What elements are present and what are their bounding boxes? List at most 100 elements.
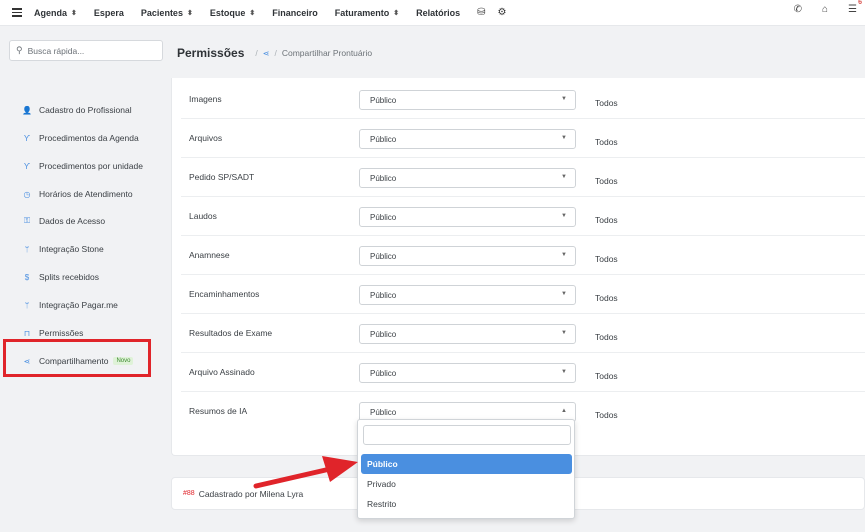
nav-financeiro[interactable]: Financeiro [272, 8, 318, 18]
nav-estoque-label: Estoque [209, 7, 246, 18]
visibility-select-value: Público [370, 368, 397, 378]
permission-row: Encaminhamentos Público ▼ Todos [181, 275, 865, 314]
sidebar-item-cadastro[interactable]: 👤 Cadastro do Profissional [22, 105, 132, 115]
phone-icon[interactable]: ✆ [794, 4, 802, 15]
permission-row: Imagens Público ▼ Todos [181, 80, 865, 119]
nav-pacientes[interactable]: Pacientes ⬍ [141, 8, 193, 18]
nav-relatorios-label: Relatórios [416, 7, 461, 18]
sidebar-item-label: Integração Stone [39, 244, 104, 254]
chevron-down-icon: ▼ [561, 369, 567, 375]
visibility-select[interactable]: Público ▼ [359, 207, 576, 227]
sort-caret-icon: ⬍ [249, 9, 256, 17]
visibility-select-value: Público [370, 173, 397, 183]
sidebar-item-integracao-stone[interactable]: ᛘ Integração Stone [22, 244, 104, 254]
permission-label: Arquivo Assinado [189, 367, 255, 377]
notification-count: 6 [858, 0, 862, 6]
share-icon: ⋖ [262, 48, 270, 58]
visibility-select-value: Público [370, 134, 397, 144]
chevron-down-icon: ▼ [561, 291, 567, 297]
annotation-arrow-head [322, 456, 358, 482]
scope-text: Todos [595, 254, 618, 264]
quick-search-placeholder: Busca rápida... [27, 45, 85, 56]
nav-financeiro-label: Financeiro [272, 7, 318, 18]
visibility-select[interactable]: Público ▼ [359, 129, 576, 149]
sidebar-item-procedimentos-agenda[interactable]: ϒ Procedimentos da Agenda [22, 133, 139, 143]
nav-relatorios[interactable]: Relatórios [416, 8, 460, 18]
dropdown-search-input[interactable] [363, 425, 571, 445]
sort-caret-icon: ⬍ [393, 9, 400, 17]
visibility-select[interactable]: Público ▼ [359, 246, 576, 266]
sort-caret-icon: ⬍ [71, 9, 77, 17]
visibility-select-value: Público [370, 95, 397, 105]
permission-label: Arquivos [189, 133, 223, 143]
sidebar-item-horarios[interactable]: ◷ Horários de Atendimento [22, 189, 133, 199]
user-icon: 👤 [22, 105, 32, 115]
nav-agenda[interactable]: Agenda ⬍ [34, 8, 77, 18]
sidebar-item-label: Permissões [39, 328, 84, 338]
permission-row: Arquivo Assinado Público ▼ Todos [181, 353, 865, 392]
visibility-select[interactable]: Público ▼ [359, 168, 576, 188]
menu-icon[interactable] [12, 8, 22, 17]
chevron-down-icon: ▼ [561, 135, 567, 141]
sidebar-item-splits[interactable]: $ Splits recebidos [22, 272, 99, 282]
permission-label: Resumos de IA [189, 406, 248, 416]
sidebar-item-dados-acesso[interactable]: ⚿ Dados de Acesso [22, 216, 105, 226]
permission-row: Anamnese Público ▼ Todos [181, 236, 865, 275]
sidebar: ⚲ Busca rápida... 👤 Cadastro do Profissio… [0, 26, 171, 532]
chevron-down-icon: ▼ [561, 96, 567, 102]
permission-label: Laudos [189, 211, 217, 221]
scope-text: Todos [595, 293, 618, 303]
option-restrito[interactable]: Restrito [361, 494, 572, 514]
database-icon[interactable]: ⛁ [477, 7, 485, 18]
sidebar-item-integracao-pagarme[interactable]: ᛘ Integração Pagar.me [22, 300, 118, 310]
visibility-select[interactable]: Público ▼ [359, 90, 576, 110]
breadcrumb-separator: / [255, 48, 258, 58]
search-icon: ⚲ [16, 45, 23, 55]
sidebar-item-procedimentos-unidade[interactable]: ϒ Procedimentos por unidade [22, 161, 143, 171]
scope-text: Todos [595, 137, 618, 147]
visibility-select-value: Público [370, 290, 397, 300]
sidebar-item-label: Splits recebidos [39, 272, 100, 282]
top-right-icons: ✆ ⌂ ☰ 6 [794, 0, 862, 15]
permission-row: Laudos Público ▼ Todos [181, 197, 865, 236]
nav-espera[interactable]: Espera [94, 8, 124, 18]
notifications-list-icon[interactable]: ☰ 6 [848, 0, 862, 15]
permissions-card: Imagens Público ▼ Todos Arquivos Público ▼… [171, 78, 865, 456]
permission-label: Encaminhamentos [189, 289, 260, 299]
sidebar-item-label: Procedimentos da Agenda [39, 133, 139, 143]
inbox-icon[interactable]: ⌂ [822, 4, 828, 15]
permission-row: Arquivos Público ▼ Todos [181, 119, 865, 158]
option-publico[interactable]: Público [361, 454, 572, 474]
page-title: Permissões [177, 46, 245, 60]
permission-label: Imagens [189, 94, 222, 104]
nav-estoque[interactable]: Estoque ⬍ [210, 8, 255, 18]
top-navbar: Agenda ⬍ Espera Pacientes ⬍ Estoque ⬍ Finan… [0, 0, 865, 26]
sidebar-item-permissoes[interactable]: ⊓ Permissões [22, 328, 84, 338]
lock-icon: ⊓ [23, 328, 31, 338]
visibility-select[interactable]: Público ▼ [359, 363, 576, 383]
record-id-tag: #88 [183, 490, 195, 497]
nav-faturamento-label: Faturamento [334, 7, 390, 18]
option-privado[interactable]: Privado [361, 474, 572, 494]
visibility-dropdown: Público Privado Restrito [357, 419, 575, 519]
scope-text: Todos [595, 371, 618, 381]
annotation-arrow [253, 456, 358, 489]
gear-icon[interactable]: ⚙ [498, 7, 507, 18]
nav-pacientes-label: Pacientes [140, 7, 183, 18]
annotation-highlight-box [3, 339, 151, 377]
nav-espera-label: Espera [93, 7, 124, 18]
visibility-select-value: Público [370, 329, 397, 339]
key-icon: ⚿ [23, 216, 31, 225]
branch-icon: ᛘ [24, 300, 30, 310]
permission-row: Resultados de Exame Público ▼ Todos [181, 314, 865, 353]
nav-faturamento[interactable]: Faturamento ⬍ [335, 8, 399, 18]
chevron-down-icon: ▼ [561, 252, 567, 258]
visibility-select[interactable]: Público ▼ [359, 285, 576, 305]
annotation-arrow-shaft [253, 466, 333, 489]
visibility-select-value: Público [370, 407, 397, 417]
visibility-select-value: Público [370, 251, 397, 261]
quick-search-input[interactable]: ⚲ Busca rápida... [9, 40, 163, 61]
stethoscope-icon: ϒ [23, 133, 31, 143]
visibility-select[interactable]: Público ▼ [359, 324, 576, 344]
permission-label: Resultados de Exame [189, 328, 273, 338]
